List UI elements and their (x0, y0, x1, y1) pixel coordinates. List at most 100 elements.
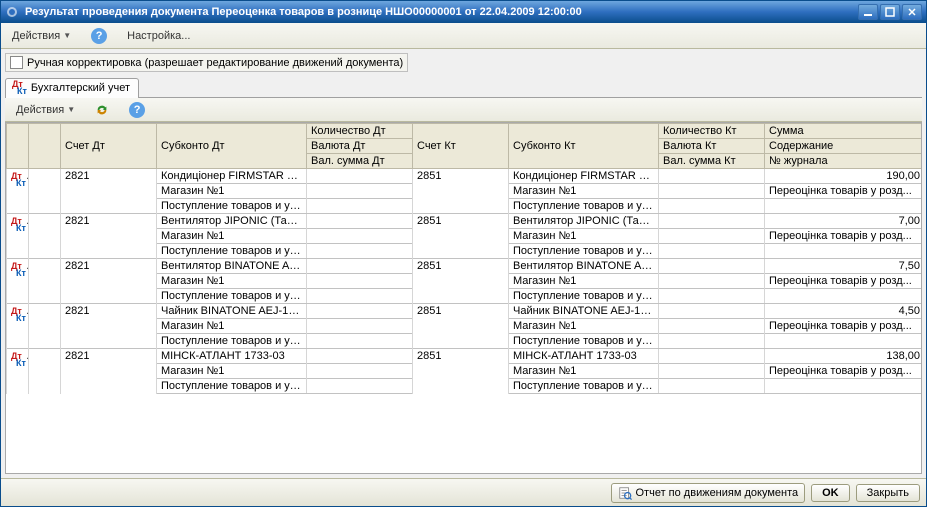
sub-actions-menu[interactable]: Действия ▼ (9, 101, 82, 119)
hdr-sum[interactable]: Сумма (765, 124, 923, 139)
row-val-kt (659, 319, 765, 334)
manual-correction-row[interactable]: Ручная корректировка (разрешает редактир… (5, 53, 408, 72)
row-qty-dt (307, 214, 413, 229)
row-sub-kt: Магазин №1 (509, 229, 659, 244)
close-bottom-button[interactable]: Закрыть (856, 484, 920, 502)
table-row[interactable]: ДтКт2821Чайник BINATONE AEJ-10...2851Чай… (7, 304, 923, 349)
row-sub-dt: Магазин №1 (157, 274, 307, 289)
row-icon: ДтКт (7, 214, 29, 259)
row-val-kt (659, 274, 765, 289)
row-content: Переоцінка товарів у розд... (765, 229, 923, 244)
entries-table-wrap[interactable]: Счет Дт Субконто Дт Количество Дт Счет К… (5, 122, 922, 474)
row-sub-dt: Поступление товаров и ус... (157, 289, 307, 304)
hdr-content[interactable]: Содержание (765, 139, 923, 154)
row-sub-kt: Вентилятор JIPONIC (Тайв.), (509, 214, 659, 229)
row-val-kt (659, 229, 765, 244)
row-content: Переоцінка товарів у розд... (765, 319, 923, 334)
manual-correction-checkbox[interactable] (10, 56, 23, 69)
minimize-button[interactable] (858, 4, 878, 20)
table-header: Счет Дт Субконто Дт Количество Дт Счет К… (7, 124, 923, 169)
hdr-valsum-dt[interactable]: Вал. сумма Дт (307, 154, 413, 169)
row-sub-dt: Поступление товаров и ус... (157, 199, 307, 214)
table-row[interactable]: ДтКт2821Вентилятор BINATONE AL...,2851Ве… (7, 259, 923, 304)
row-val-dt (307, 184, 413, 199)
hdr-val-kt[interactable]: Валюта Кт (659, 139, 765, 154)
row-acct-kt: 2851 (413, 169, 509, 214)
hdr-sub-dt[interactable]: Субконто Дт (157, 124, 307, 169)
row-qty-dt (307, 349, 413, 364)
hdr-num[interactable] (29, 124, 61, 169)
hdr-val-dt[interactable]: Валюта Дт (307, 139, 413, 154)
row-acct-dt: 2821 (61, 304, 157, 349)
row-acct-dt: 2821 (61, 169, 157, 214)
hdr-sub-kt[interactable]: Субконто Кт (509, 124, 659, 169)
hdr-qty-dt[interactable]: Количество Дт (307, 124, 413, 139)
report-button[interactable]: Отчет по движениям документа (611, 483, 806, 503)
hdr-icon[interactable] (7, 124, 29, 169)
settings-button[interactable]: Настройка... (120, 27, 197, 45)
row-acct-dt: 2821 (61, 349, 157, 394)
hdr-acct-dt[interactable]: Счет Дт (61, 124, 157, 169)
table-row[interactable]: ДтКт2821Кондиціонер FIRMSTAR 12M2851Конд… (7, 169, 923, 214)
window: Результат проведения документа Переоценк… (0, 0, 927, 507)
row-sub-dt: Поступление товаров и ус... (157, 379, 307, 394)
row-content: Переоцінка товарів у розд... (765, 274, 923, 289)
tabbar: ДтКт Бухгалтерский учет (5, 76, 922, 98)
refresh-button[interactable] (88, 100, 116, 120)
row-sub-dt: Магазин №1 (157, 319, 307, 334)
row-val-kt (659, 184, 765, 199)
row-valsum-kt (659, 334, 765, 349)
row-sub-dt: Вентилятор BINATONE AL..., (157, 259, 307, 274)
row-sub-dt: МІНСК-АТЛАНТ 1733-03 (157, 349, 307, 364)
ok-button[interactable]: OK (811, 484, 850, 502)
row-icon: ДтКт (7, 169, 29, 214)
row-acct-dt: 2821 (61, 214, 157, 259)
row-sub-kt: Вентилятор BINATONE AL..., (509, 259, 659, 274)
hdr-journal[interactable]: № журнала (765, 154, 923, 169)
row-valsum-dt (307, 334, 413, 349)
row-sub-dt: Вентилятор JIPONIC (Тайв.), (157, 214, 307, 229)
row-icon: ДтКт (7, 259, 29, 304)
row-num (29, 214, 61, 259)
hdr-qty-kt[interactable]: Количество Кт (659, 124, 765, 139)
row-journal (765, 289, 923, 304)
row-sum: 138,00 (765, 349, 923, 364)
row-num (29, 349, 61, 394)
row-val-dt (307, 319, 413, 334)
chevron-down-icon: ▼ (67, 105, 75, 114)
question-icon: ? (91, 28, 107, 44)
row-sub-dt: Поступление товаров и ус... (157, 334, 307, 349)
sub-help-button[interactable]: ? (122, 99, 152, 121)
footer: Отчет по движениям документа OK Закрыть (1, 478, 926, 506)
actions-menu[interactable]: Действия ▼ (5, 27, 78, 45)
table-row[interactable]: ДтКт2821МІНСК-АТЛАНТ 1733-032851МІНСК-АТ… (7, 349, 923, 394)
row-sub-dt: Поступление товаров и ус... (157, 244, 307, 259)
row-sub-kt: Поступление товаров и ус... (509, 289, 659, 304)
hdr-valsum-kt[interactable]: Вал. сумма Кт (659, 154, 765, 169)
settings-label: Настройка... (127, 30, 190, 42)
main-toolbar: Действия ▼ ? Настройка... (1, 23, 926, 49)
close-button[interactable] (902, 4, 922, 20)
row-sub-dt: Магазин №1 (157, 229, 307, 244)
row-qty-dt (307, 169, 413, 184)
question-icon: ? (129, 102, 145, 118)
row-icon: ДтКт (7, 349, 29, 394)
table-row[interactable]: ДтКт2821Вентилятор JIPONIC (Тайв.),2851В… (7, 214, 923, 259)
row-valsum-kt (659, 199, 765, 214)
row-sub-dt: Магазин №1 (157, 364, 307, 379)
row-val-dt (307, 364, 413, 379)
row-valsum-kt (659, 289, 765, 304)
row-acct-kt: 2851 (413, 214, 509, 259)
ok-label: OK (822, 487, 839, 499)
maximize-button[interactable] (880, 4, 900, 20)
dtkt-icon: ДтКт (12, 81, 27, 95)
help-button[interactable]: ? (84, 25, 114, 47)
tab-accounting[interactable]: ДтКт Бухгалтерский учет (5, 78, 139, 98)
row-content: Переоцінка товарів у розд... (765, 364, 923, 379)
row-sub-dt: Магазин №1 (157, 184, 307, 199)
row-valsum-dt (307, 244, 413, 259)
hdr-acct-kt[interactable]: Счет Кт (413, 124, 509, 169)
row-sum: 190,00 (765, 169, 923, 184)
actions-label: Действия (12, 30, 60, 42)
refresh-icon (95, 103, 109, 117)
